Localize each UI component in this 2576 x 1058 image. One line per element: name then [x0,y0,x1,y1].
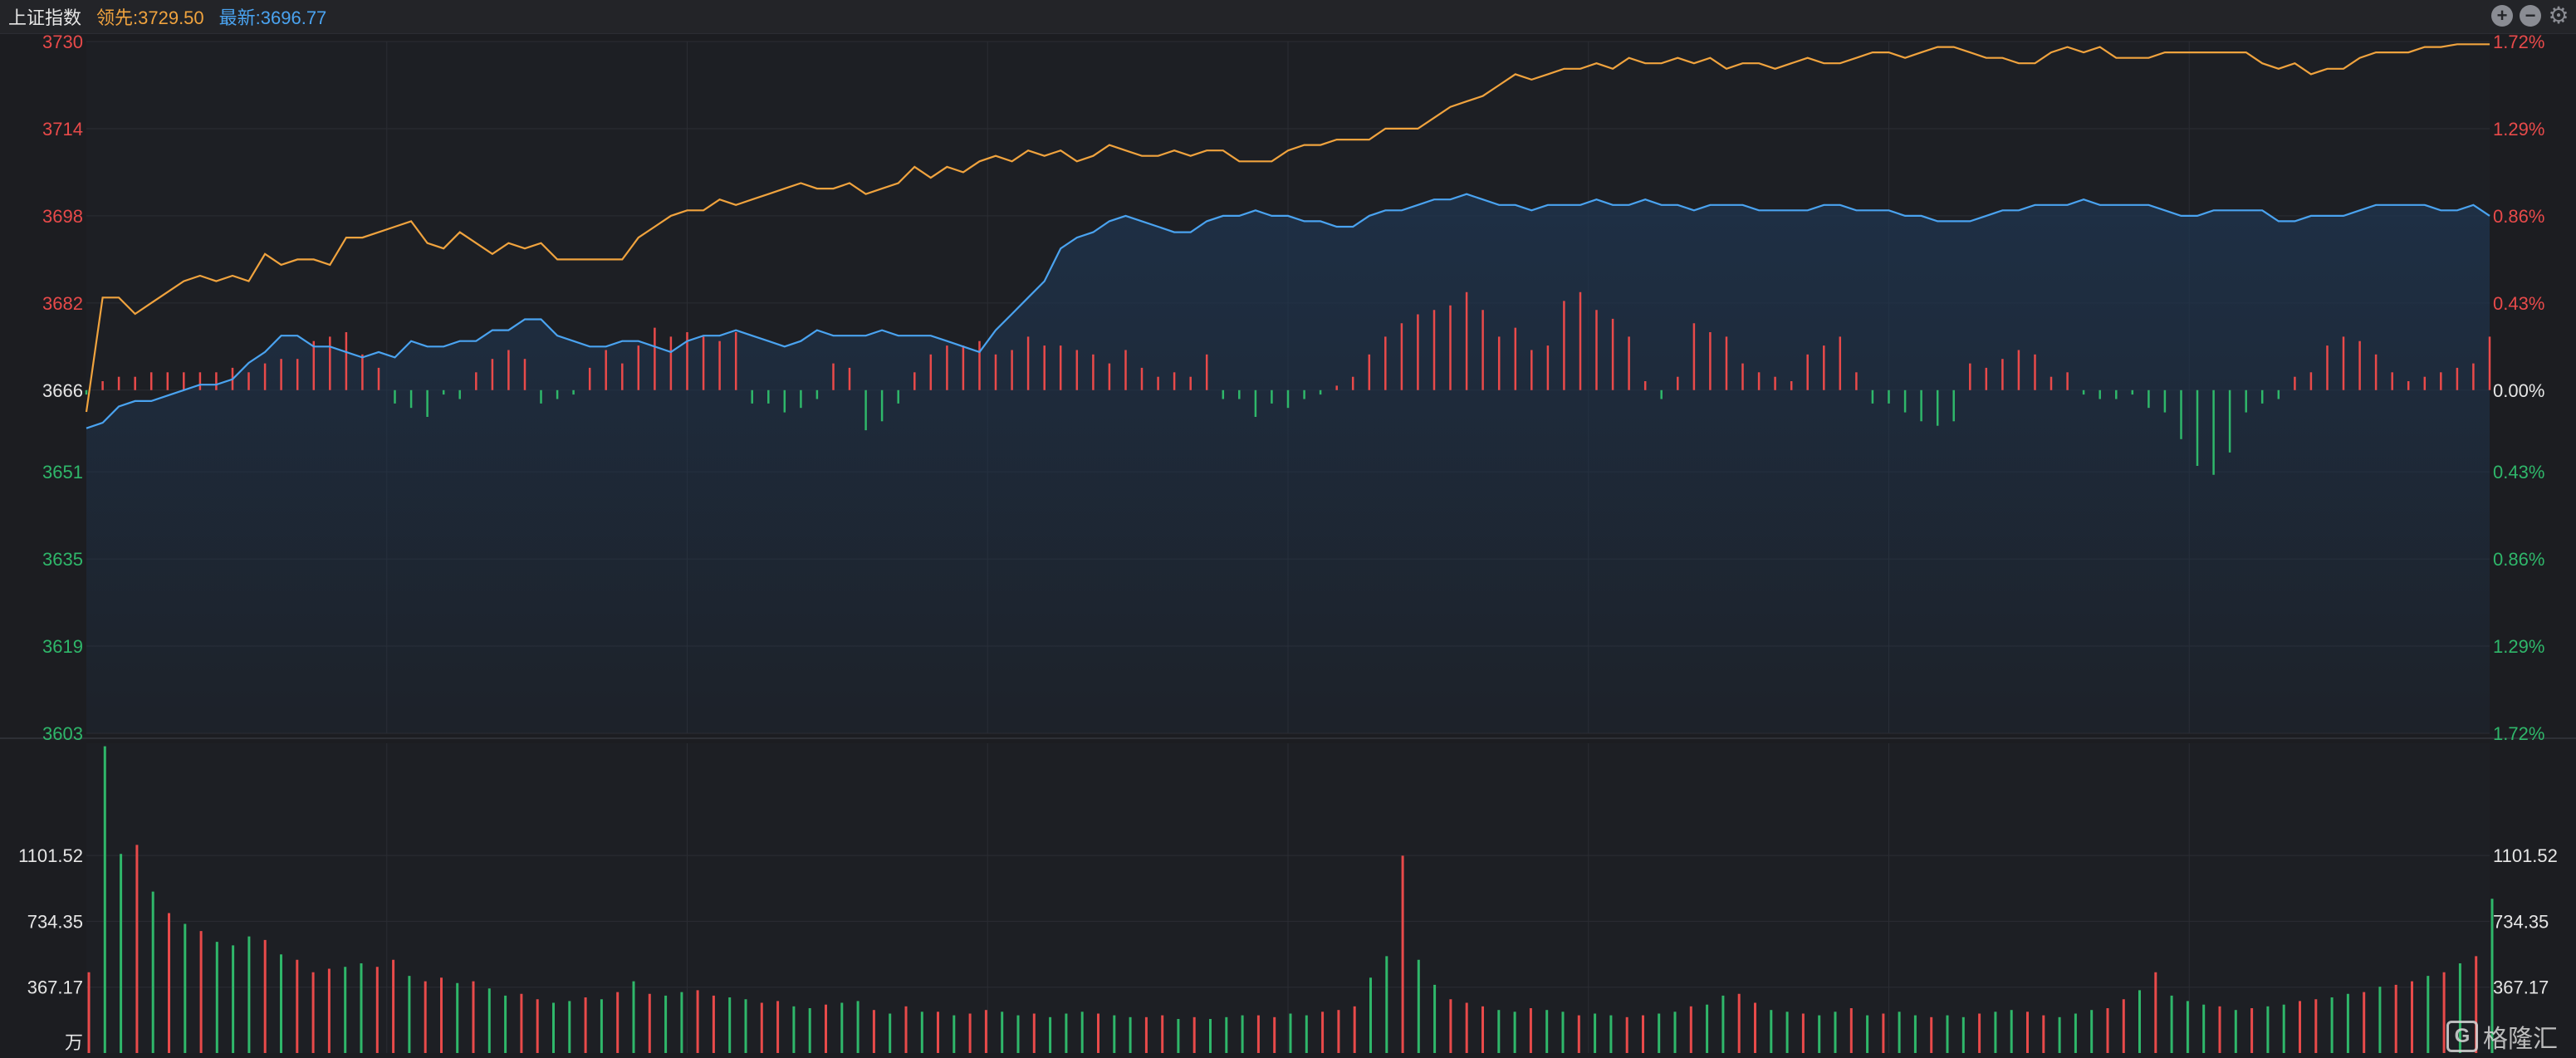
left-tick-label: 3666 [42,380,83,401]
volume-left-tick-label: 1101.52 [18,845,83,866]
chart-stage: 3730 1.72% 3714 1.29% 3698 0.86% 3682 0.43% 3666… [0,0,2576,1058]
left-tick-label: 3635 [42,549,83,570]
left-tick-label: 3651 [42,462,83,482]
leading-value: 领先:3729.50 [96,7,204,28]
right-tick-label: 0.00% [2493,380,2544,401]
right-tick-label: 1.72% [2493,32,2544,52]
latest-value: 最新:3696.77 [218,7,327,28]
left-tick-label: 3603 [42,723,83,744]
left-tick-label: 3682 [42,293,83,314]
volume-right-tick-label: 367.17 [2493,977,2549,998]
volume-left-tick-label: 367.17 [27,977,83,998]
index-name: 上证指数 [8,7,82,28]
volume-right-tick-label: 1101.52 [2493,845,2558,866]
right-tick-label: 1.29% [2493,119,2544,140]
right-tick-label: 0.86% [2493,206,2544,227]
right-tick-label: 1.29% [2493,636,2544,657]
right-tick-label: 0.86% [2493,549,2544,570]
index-chart: 3730 1.72% 3714 1.29% 3698 0.86% 3682 0.43% 3666… [0,32,2576,1053]
watermark-text: 格隆汇 [2483,1026,2558,1053]
watermark-logo: G [2446,1021,2478,1052]
chart-controls: + − ⚙ [2491,4,2569,27]
left-tick-label: 3698 [42,206,83,227]
zoom-out-icon[interactable]: − [2520,5,2541,27]
gear-icon[interactable]: ⚙ [2548,4,2569,27]
right-tick-label: 0.43% [2493,462,2544,482]
chart-header: 上证指数 领先:3729.50 最新:3696.77 + − ⚙ [0,0,2576,34]
left-tick-label: 3619 [42,636,83,657]
left-tick-label: 3714 [42,119,83,140]
volume-right-tick-label: 734.35 [2493,911,2549,932]
volume-unit-label: 万 [65,1032,83,1053]
volume-left-tick-label: 734.35 [27,911,83,932]
watermark: G 格隆汇 [2446,1018,2558,1055]
zoom-in-icon[interactable]: + [2491,5,2513,27]
left-tick-label: 3730 [42,32,83,52]
right-tick-label: 0.43% [2493,293,2544,314]
right-tick-label: 1.72% [2493,723,2544,744]
